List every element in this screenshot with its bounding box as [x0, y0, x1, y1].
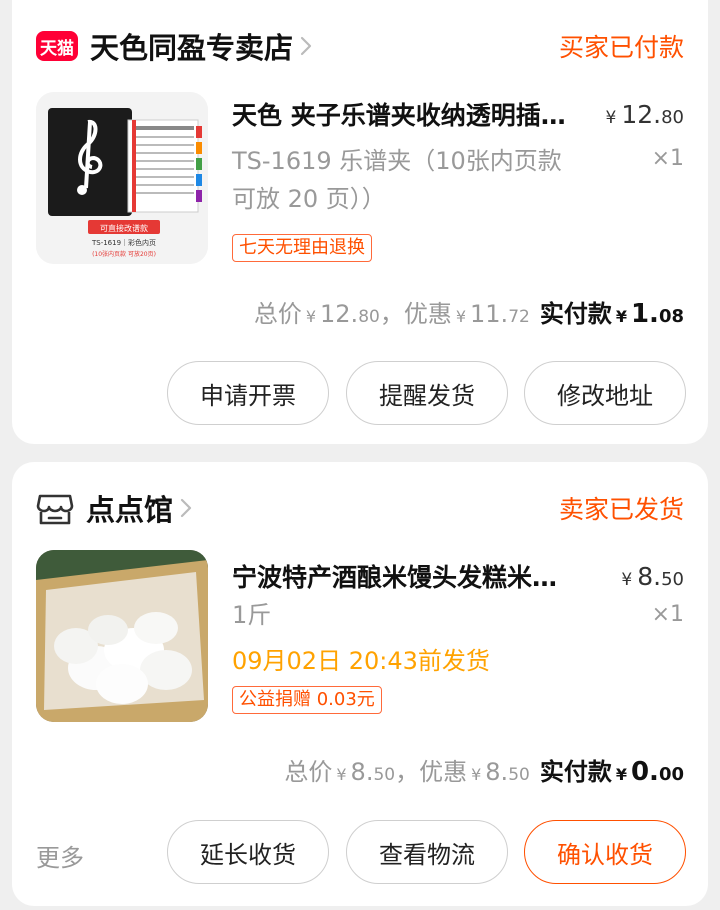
currency: ¥ — [305, 307, 317, 326]
paid-int: 1. — [630, 299, 659, 329]
shop-header[interactable]: 天猫 天色同盈专卖店 买家已付款 — [36, 26, 684, 66]
extend-receipt-button[interactable]: 延长收货 — [167, 820, 329, 884]
paid-label: 实付款 — [539, 758, 612, 786]
price-dec: 50 — [661, 569, 684, 590]
order-totals: 总价 ¥ 12. 80 ，优惠 ¥ 11. 72 实付款 ¥ 1. 08 — [254, 294, 684, 329]
price-int: 8. — [637, 562, 662, 591]
shop-name[interactable]: 点点馆 — [86, 487, 173, 529]
shop-header[interactable]: 点点馆 卖家已发货 — [36, 488, 684, 528]
order-status: 买家已付款 — [558, 33, 684, 62]
product-spec: 1斤 — [232, 596, 622, 634]
total-int: 8. — [350, 758, 374, 786]
discount-label: ，优惠 — [379, 300, 452, 328]
product-thumbnail[interactable] — [36, 550, 208, 722]
product-thumbnail[interactable]: 可直接改谱款 TS-1619｜彩色内页 (10张内页款 可放20页) — [36, 92, 208, 264]
price-dec: 80 — [661, 107, 684, 128]
currency: ¥ — [336, 765, 347, 784]
currency: ¥ — [455, 307, 467, 326]
order-totals: 总价 ¥ 8. 50 ，优惠 ¥ 8. 50 实付款 ¥ 0. 00 — [284, 752, 684, 787]
discount-dec: 72 — [508, 307, 530, 327]
currency: ¥ — [615, 765, 627, 784]
discount-int: 11. — [470, 300, 509, 328]
chevron-right-icon[interactable] — [299, 36, 313, 56]
total-label: 总价 — [253, 300, 302, 328]
music-folder-image: 可直接改谱款 TS-1619｜彩色内页 (10张内页款 可放20页) — [36, 92, 208, 264]
total-int: 12. — [320, 300, 359, 328]
store-icon — [36, 494, 74, 525]
steamed-buns-image — [36, 550, 208, 722]
view-logistics-button[interactable]: 查看物流 — [346, 820, 508, 884]
ship-deadline: 09月02日 20:43前发货 — [232, 647, 490, 675]
product-price: ¥ 8. 50 — [621, 562, 684, 591]
currency: ¥ — [615, 307, 627, 326]
shop-name[interactable]: 天色同盈专卖店 — [90, 25, 293, 67]
price-int: 12. — [621, 100, 662, 129]
spec-line: 可放 20 页）） — [232, 185, 386, 213]
paid-dec: 08 — [658, 306, 684, 327]
edit-address-button[interactable]: 修改地址 — [524, 361, 686, 425]
invoice-button[interactable]: 申请开票 — [167, 361, 329, 425]
product-price: ¥ 12. 80 — [606, 100, 685, 129]
product-spec: TS-1619 乐谱夹（10张内页款 可放 20 页）） — [232, 142, 622, 218]
discount-dec: 50 — [508, 765, 530, 785]
spec-line: 1斤 — [232, 601, 272, 629]
order-status: 卖家已发货 — [558, 495, 684, 524]
more-link[interactable]: 更多 — [36, 838, 84, 873]
total-dec: 80 — [358, 307, 380, 327]
paid-label: 实付款 — [539, 300, 612, 328]
chevron-right-icon[interactable] — [179, 498, 193, 518]
product-quantity: ×1 — [651, 602, 684, 627]
confirm-receipt-button[interactable]: 确认收货 — [524, 820, 686, 884]
thumb-caption-bot: (10张内页款 可放20页) — [92, 250, 156, 258]
charity-badge: 公益捐赠 0.03元 — [232, 686, 382, 714]
thumb-caption-mid: TS-1619｜彩色内页 — [91, 238, 156, 247]
thumb-caption-top: 可直接改谱款 — [100, 223, 148, 233]
price-currency: ¥ — [605, 108, 617, 128]
currency: ¥ — [471, 765, 482, 784]
return-policy-badge: 七天无理由退换 — [232, 234, 372, 262]
order-card-1[interactable]: 天猫 天色同盈专卖店 买家已付款 可直接改谱款 TS-1619｜彩色内页 (10… — [12, 0, 708, 444]
total-dec: 50 — [373, 765, 396, 785]
total-label: 总价 — [284, 758, 333, 786]
order-card-2[interactable]: 点点馆 卖家已发货 宁波特产酒酿米馒头发糕米… ¥ 8. 50 1斤 ×1 09… — [12, 462, 708, 906]
product-title[interactable]: 天色 夹子乐谱夹收纳透明插… — [232, 96, 602, 132]
product-title[interactable]: 宁波特产酒酿米馒头发糕米… — [232, 558, 602, 594]
tmall-logo-icon: 天猫 — [36, 31, 78, 61]
paid-int: 0. — [630, 757, 659, 787]
discount-label: ，优惠 — [395, 758, 468, 786]
product-quantity: ×1 — [651, 146, 684, 171]
remind-ship-button[interactable]: 提醒发货 — [346, 361, 508, 425]
price-currency: ¥ — [621, 570, 633, 590]
discount-int: 8. — [485, 758, 509, 786]
paid-dec: 00 — [658, 764, 684, 785]
spec-line: TS-1619 乐谱夹（10张内页款 — [232, 147, 562, 175]
